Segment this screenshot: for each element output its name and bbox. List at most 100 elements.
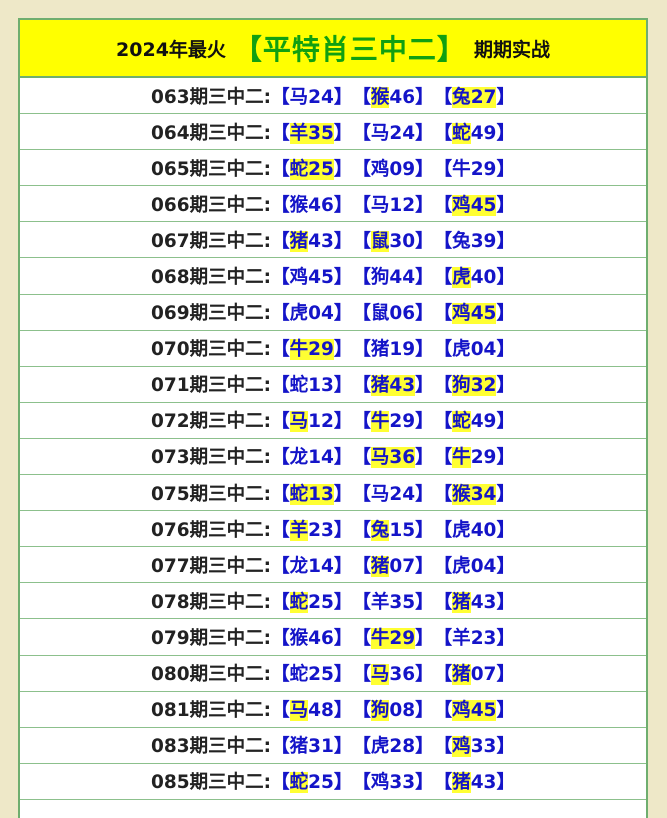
zodiac-number: 39 (470, 230, 497, 252)
zodiac-pick: 【龙14】 (271, 555, 353, 577)
zodiac-number: 45 (470, 194, 497, 216)
period-label: 065期三中二: (151, 158, 272, 180)
table-row: 069期三中二: 【虎04】 【鼠06】 【鸡45】 (20, 295, 646, 331)
zodiac-name: 兔 (370, 519, 390, 541)
zodiac-number: 43 (308, 230, 334, 252)
zodiac-name: 猪 (452, 772, 471, 794)
zodiac-pick: 【牛29】 (352, 411, 434, 433)
zodiac-name: 蛇 (289, 772, 309, 794)
zodiac-number: 14 (308, 447, 334, 469)
zodiac-number: 45 (470, 700, 497, 722)
zodiac-name: 牛 (370, 627, 390, 649)
zodiac-pick: 【马48】 (271, 700, 353, 722)
zodiac-pick: 【鸡09】 (352, 158, 434, 180)
period-label: 078期三中二: (151, 591, 272, 613)
zodiac-pick: 【牛29】 (352, 627, 434, 649)
zodiac-number: 12 (308, 411, 334, 433)
zodiac-number: 25 (308, 664, 334, 686)
zodiac-pick: 【蛇25】 (271, 664, 353, 686)
zodiac-pick: 【狗32】 (433, 375, 515, 397)
zodiac-name: 虎 (370, 736, 390, 758)
zodiac-name: 猪 (452, 591, 471, 613)
zodiac-number: 15 (389, 519, 416, 541)
zodiac-name: 猪 (370, 339, 390, 361)
zodiac-pick: 【兔15】 (352, 519, 434, 541)
zodiac-number: 36 (389, 447, 416, 469)
table-row: 071期三中二: 【蛇13】 【猪43】 【狗32】 (20, 367, 646, 403)
zodiac-pick: 【马36】 (352, 447, 434, 469)
zodiac-name: 猴 (452, 483, 471, 505)
zodiac-name: 鸡 (452, 303, 471, 325)
period-label: 083期三中二: (151, 736, 272, 758)
zodiac-name: 猪 (289, 230, 309, 252)
zodiac-pick: 【猪31】 (271, 736, 353, 758)
zodiac-number: 07 (470, 664, 497, 686)
table-row: 065期三中二: 【蛇25】 【鸡09】 【牛29】 (20, 150, 646, 187)
zodiac-name: 蛇 (452, 411, 471, 433)
zodiac-number: 06 (389, 303, 416, 325)
zodiac-number: 28 (389, 736, 416, 758)
zodiac-name: 猪 (452, 664, 471, 686)
table-row: 081期三中二: 【马48】 【狗08】 【鸡45】 (20, 692, 646, 728)
zodiac-number: 32 (470, 375, 497, 397)
zodiac-number: 36 (389, 664, 416, 686)
zodiac-name: 马 (289, 411, 309, 433)
zodiac-number: 49 (470, 122, 497, 144)
zodiac-pick: 【蛇49】 (433, 411, 515, 433)
zodiac-name: 蛇 (289, 375, 309, 397)
period-label: 085期三中二: (151, 772, 272, 794)
zodiac-pick: 【虎40】 (433, 519, 515, 541)
zodiac-number: 04 (470, 339, 497, 361)
table-row: 070期三中二: 【牛29】 【猪19】 【虎04】 (20, 331, 646, 367)
zodiac-pick: 【狗44】 (352, 267, 434, 289)
zodiac-name: 马 (289, 86, 309, 108)
zodiac-pick: 【虎04】 (433, 339, 515, 361)
zodiac-number: 34 (470, 483, 497, 505)
zodiac-name: 马 (289, 700, 309, 722)
zodiac-pick: 【牛29】 (433, 447, 515, 469)
zodiac-number: 45 (470, 303, 497, 325)
header-title: 【平特肖三中二】 (233, 33, 466, 66)
zodiac-name: 马 (370, 122, 390, 144)
zodiac-name: 猴 (370, 86, 390, 108)
zodiac-name: 猪 (289, 736, 309, 758)
zodiac-name: 牛 (289, 339, 309, 361)
zodiac-name: 蛇 (289, 158, 309, 180)
zodiac-pick: 【牛29】 (433, 158, 515, 180)
zodiac-pick: 【猴46】 (352, 86, 434, 108)
zodiac-name: 龙 (289, 555, 309, 577)
zodiac-name: 马 (370, 194, 390, 216)
zodiac-pick: 【蛇25】 (271, 772, 353, 794)
zodiac-name: 蛇 (289, 483, 309, 505)
zodiac-number: 46 (308, 194, 334, 216)
zodiac-pick: 【马24】 (352, 483, 434, 505)
zodiac-pick: 【虎28】 (352, 736, 434, 758)
zodiac-name: 猴 (289, 627, 309, 649)
prediction-table: 2024年最火 【平特肖三中二】 期期实战 063期三中二: 【马24】 【猴46】… (18, 18, 648, 818)
zodiac-name: 牛 (370, 411, 390, 433)
zodiac-number: 30 (389, 230, 416, 252)
zodiac-name: 鼠 (370, 303, 390, 325)
zodiac-name: 羊 (289, 122, 309, 144)
zodiac-pick: 【猴46】 (271, 194, 353, 216)
zodiac-pick: 【羊23】 (433, 627, 515, 649)
zodiac-name: 牛 (452, 158, 471, 180)
zodiac-number: 25 (308, 158, 334, 180)
zodiac-number: 46 (308, 627, 334, 649)
zodiac-pick: 【马12】 (352, 194, 434, 216)
period-label: 069期三中二: (151, 303, 272, 325)
zodiac-pick: 【羊35】 (352, 591, 434, 613)
zodiac-pick: 【虎04】 (433, 555, 515, 577)
zodiac-number: 31 (308, 736, 334, 758)
table-row: 067期三中二: 【猪43】 【鼠30】 【兔39】 (20, 222, 646, 259)
zodiac-number: 35 (389, 591, 416, 613)
zodiac-pick: 【马24】 (271, 86, 353, 108)
period-label: 063期三中二: (151, 86, 272, 108)
zodiac-pick: 【蛇25】 (271, 591, 353, 613)
zodiac-pick: 【猪19】 (352, 339, 434, 361)
zodiac-pick: 【猪07】 (433, 664, 515, 686)
zodiac-number: 09 (389, 158, 416, 180)
zodiac-name: 兔 (452, 86, 471, 108)
zodiac-pick: 【羊23】 (271, 519, 353, 541)
zodiac-number: 29 (389, 627, 416, 649)
